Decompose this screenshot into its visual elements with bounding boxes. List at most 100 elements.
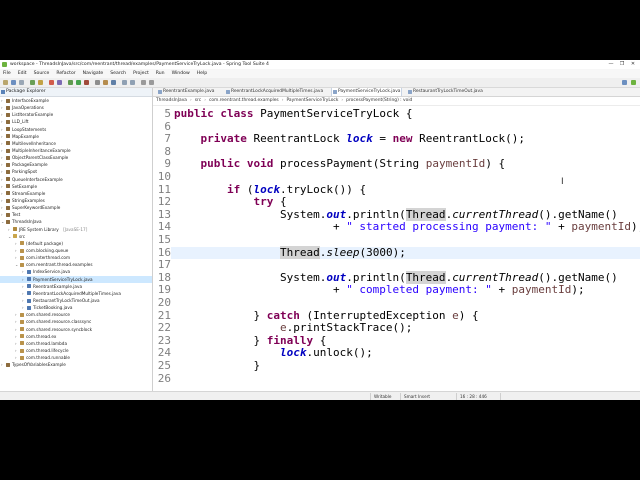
editor-tab[interactable]: ReentrantLockAcquiredMultipleTimes.java: [225, 88, 323, 96]
back-icon[interactable]: [141, 80, 146, 85]
collapsed-arrow-icon[interactable]: ›: [15, 347, 19, 354]
collapsed-arrow-icon[interactable]: ›: [22, 290, 26, 297]
tree-item[interactable]: › ReentrantLockAcquiredMultipleTimes.java: [0, 290, 152, 297]
collapsed-arrow-icon[interactable]: ›: [22, 283, 26, 290]
collapsed-arrow-icon[interactable]: ›: [1, 197, 5, 204]
run-icon[interactable]: [76, 80, 81, 85]
package-icon[interactable]: [38, 80, 43, 85]
collapsed-arrow-icon[interactable]: ›: [1, 190, 5, 197]
collapsed-arrow-icon[interactable]: ›: [1, 111, 5, 118]
new-icon[interactable]: [3, 80, 8, 85]
tree-item[interactable]: › com.shared.resource: [0, 311, 152, 318]
debug-icon[interactable]: [68, 80, 73, 85]
editor-tab[interactable]: RestaurantTryLockTimeOut.java: [407, 88, 483, 96]
collapsed-arrow-icon[interactable]: ›: [1, 118, 5, 125]
code-area[interactable]: 5 public class PaymentServiceTryLock {6 7 …: [153, 106, 640, 391]
expanded-arrow-icon[interactable]: ⌄: [8, 233, 12, 240]
close-button[interactable]: ✕: [628, 60, 638, 69]
collapsed-arrow-icon[interactable]: ›: [1, 154, 5, 161]
tree-item[interactable]: › RestaurantTryLockTimeOut.java: [0, 297, 152, 304]
tree-item[interactable]: › SuperKeywordExample: [0, 204, 152, 211]
tree-item[interactable]: › ListIteratorExample: [0, 111, 152, 118]
collapsed-arrow-icon[interactable]: ›: [8, 226, 12, 233]
tree-item[interactable]: › LLD_Lift: [0, 118, 152, 125]
collapsed-arrow-icon[interactable]: ›: [15, 354, 19, 361]
tree-item[interactable]: › MapExample: [0, 133, 152, 140]
tree-item[interactable]: › TypesOfVariablesExample: [0, 361, 152, 368]
collapsed-arrow-icon[interactable]: ›: [22, 276, 26, 283]
editor-tab[interactable]: PaymentServiceTryLock.java: [331, 88, 402, 96]
collapsed-arrow-icon[interactable]: ›: [1, 183, 5, 190]
tree-item[interactable]: › com.interthread.com: [0, 254, 152, 261]
tree-item[interactable]: › MultilevelInheritance: [0, 140, 152, 147]
tree-item[interactable]: ⌄ src: [0, 233, 152, 240]
tree-item[interactable]: › com.thread.ex: [0, 333, 152, 340]
collapsed-arrow-icon[interactable]: ›: [15, 247, 19, 254]
expanded-arrow-icon[interactable]: ⌄: [15, 261, 19, 268]
tree-item[interactable]: › StreamExample: [0, 190, 152, 197]
collapsed-arrow-icon[interactable]: ›: [15, 254, 19, 261]
tree-item[interactable]: › StringExamples: [0, 197, 152, 204]
collapsed-arrow-icon[interactable]: ›: [1, 147, 5, 154]
tree-item[interactable]: › MultipleInheritanceExample: [0, 147, 152, 154]
tree-item[interactable]: › QueueInterfaceExample: [0, 176, 152, 183]
tree-item[interactable]: › InterfaceExample: [0, 97, 152, 104]
tree-item[interactable]: › com.shared.resource.classsync: [0, 318, 152, 325]
collapsed-arrow-icon[interactable]: ›: [15, 340, 19, 347]
tree-item[interactable]: › Test: [0, 211, 152, 218]
search-icon[interactable]: [111, 80, 116, 85]
editor-tab[interactable]: ReentrantExample.java: [157, 88, 214, 96]
menu-project[interactable]: Project: [133, 69, 149, 78]
tree-item[interactable]: › com.thread.lambda: [0, 340, 152, 347]
prev-annotation-icon[interactable]: [122, 80, 127, 85]
tree-item[interactable]: › com.thread.runnable: [0, 354, 152, 361]
collapsed-arrow-icon[interactable]: ›: [22, 268, 26, 275]
tree-item[interactable]: › (default package): [0, 240, 152, 247]
save-all-icon[interactable]: [19, 80, 24, 85]
expanded-arrow-icon[interactable]: ⌄: [1, 218, 5, 225]
tree-item[interactable]: › IndexService.java: [0, 268, 152, 275]
next-annotation-icon[interactable]: [130, 80, 135, 85]
collapsed-arrow-icon[interactable]: ›: [1, 176, 5, 183]
collapsed-arrow-icon[interactable]: ›: [22, 304, 26, 311]
spring-boot-icon[interactable]: [57, 80, 62, 85]
collapsed-arrow-icon[interactable]: ›: [15, 318, 19, 325]
collapsed-arrow-icon[interactable]: ›: [1, 140, 5, 147]
breadcrumb-item[interactable]: src: [195, 98, 201, 103]
open-type-icon[interactable]: [103, 80, 108, 85]
forward-icon[interactable]: [149, 80, 154, 85]
maximize-button[interactable]: ❐: [617, 60, 627, 69]
tree-item[interactable]: › LoopStatements: [0, 126, 152, 133]
collapsed-arrow-icon[interactable]: ›: [1, 168, 5, 175]
collapsed-arrow-icon[interactable]: ›: [1, 361, 5, 368]
menu-navigate[interactable]: Navigate: [83, 69, 104, 78]
collapsed-arrow-icon[interactable]: ›: [1, 211, 5, 218]
new-java-class-icon[interactable]: [95, 80, 100, 85]
tree-item[interactable]: › TicketBooking.java: [0, 304, 152, 311]
tree-item[interactable]: › JRE System Library [JavaSE-17]: [0, 226, 152, 233]
collapsed-arrow-icon[interactable]: ›: [15, 240, 19, 247]
breadcrumb-item[interactable]: processPayment(String) : void: [346, 98, 412, 103]
menu-search[interactable]: Search: [110, 69, 126, 78]
collapsed-arrow-icon[interactable]: ›: [1, 97, 5, 104]
collapsed-arrow-icon[interactable]: ›: [15, 326, 19, 333]
menu-window[interactable]: Window: [172, 69, 190, 78]
collapsed-arrow-icon[interactable]: ›: [22, 297, 26, 304]
tree-item[interactable]: › com.blocking.queue: [0, 247, 152, 254]
minimize-button[interactable]: —: [606, 60, 616, 69]
collapsed-arrow-icon[interactable]: ›: [1, 133, 5, 140]
tree-item[interactable]: › SetExample: [0, 183, 152, 190]
tree-item[interactable]: ⌄ com.reentrant.thread.examples: [0, 261, 152, 268]
tree-item[interactable]: › PaymentServiceTryLock.java: [0, 275, 152, 283]
breadcrumb-item[interactable]: PaymentServiceTryLock: [286, 98, 338, 103]
build-icon[interactable]: [30, 80, 35, 85]
tree-item[interactable]: › PackageExample: [0, 161, 152, 168]
tree-item[interactable]: ⌄ ThreadsInJava: [0, 218, 152, 225]
tree-item[interactable]: › com.shared.resource.syncblock: [0, 326, 152, 333]
save-icon[interactable]: [11, 80, 16, 85]
external-tools-icon[interactable]: [84, 80, 89, 85]
perspective-java-icon[interactable]: [622, 80, 627, 85]
menu-run[interactable]: Run: [156, 69, 165, 78]
menu-refactor[interactable]: Refactor: [56, 69, 75, 78]
tree-item[interactable]: › ReentrantExample.java: [0, 283, 152, 290]
